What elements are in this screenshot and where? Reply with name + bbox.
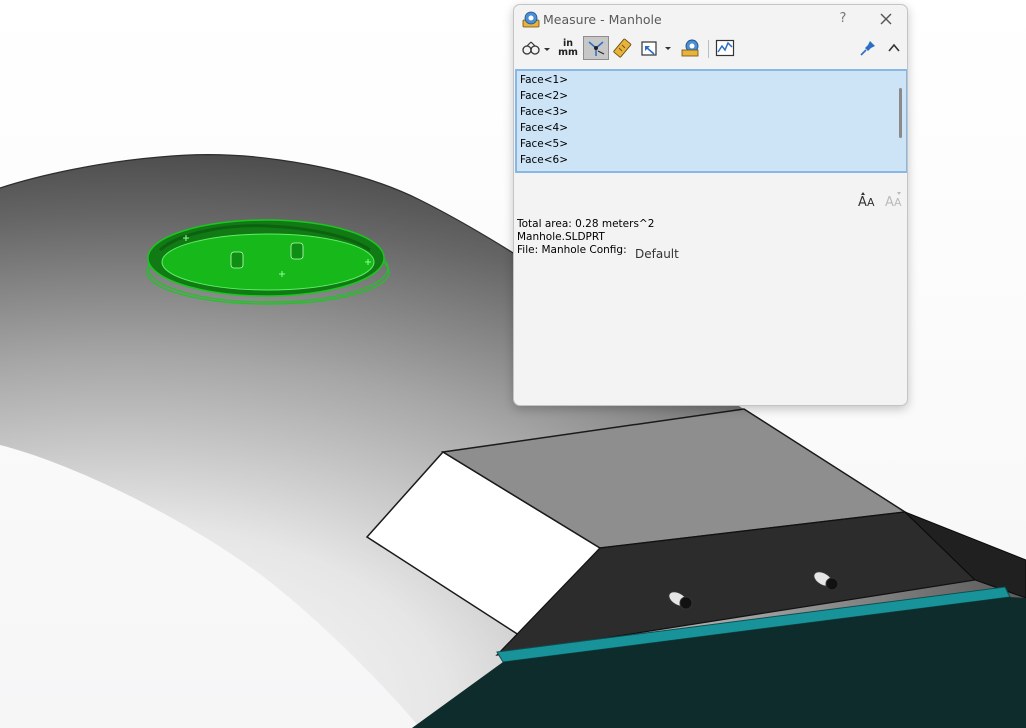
- projection-button[interactable]: [638, 36, 674, 60]
- measure-tool-icon: [522, 11, 540, 28]
- svg-text:A: A: [885, 195, 894, 209]
- measurement-history-button[interactable]: [713, 36, 737, 60]
- config-label: File: Manhole Config:: [517, 244, 627, 256]
- list-item[interactable]: Face<6>: [520, 153, 568, 167]
- svg-text:A: A: [858, 195, 867, 209]
- projection-icon: [641, 41, 671, 56]
- dialog-titlebar[interactable]: Measure - Manhole ?: [514, 5, 907, 35]
- help-button[interactable]: ?: [836, 11, 850, 26]
- svg-text:A: A: [894, 196, 902, 209]
- collapse-button[interactable]: [884, 36, 904, 60]
- increase-font-icon[interactable]: A A: [857, 191, 879, 209]
- list-item[interactable]: Face<4>: [520, 121, 568, 135]
- arc-circle-measure-icon: [522, 41, 550, 55]
- pin-icon: [860, 41, 875, 56]
- collapse-icon: [888, 43, 900, 52]
- units-precision-button[interactable]: in mm: [556, 36, 580, 60]
- measure-dialog[interactable]: Measure - Manhole ? in mm Face<1> Face<2…: [513, 4, 908, 406]
- xyz-measure-icon: [588, 41, 605, 56]
- config-value: Default: [635, 247, 679, 261]
- list-item[interactable]: Face<2>: [520, 89, 568, 103]
- svg-text:A: A: [867, 196, 875, 209]
- create-sensor-button[interactable]: [679, 36, 703, 60]
- measurement-history-icon: [715, 39, 735, 57]
- arc-circle-measure-button[interactable]: [518, 36, 552, 60]
- measure-toolbar: in mm: [514, 36, 907, 64]
- total-area-text: Total area: 0.28 meters^2: [517, 218, 655, 230]
- list-scrollbar[interactable]: [899, 88, 902, 138]
- measure-results: Total area: 0.28 meters^2 Manhole.SLDPRT…: [517, 218, 654, 257]
- selection-list[interactable]: Face<1> Face<2> Face<3> Face<4> Face<5> …: [515, 69, 907, 173]
- decrease-font-icon[interactable]: A A: [884, 191, 906, 209]
- list-item[interactable]: Face<5>: [520, 137, 568, 151]
- file-name-text: Manhole.SLDPRT: [517, 231, 605, 243]
- list-item[interactable]: Face<1>: [520, 73, 568, 87]
- create-sensor-icon: [681, 39, 699, 57]
- units-precision-icon: in mm: [558, 38, 578, 58]
- list-item[interactable]: Face<3>: [520, 105, 568, 119]
- toolbar-separator: [708, 40, 709, 58]
- point-to-point-button[interactable]: [611, 36, 635, 60]
- pin-button[interactable]: [857, 36, 879, 60]
- close-icon[interactable]: [878, 11, 894, 27]
- xyz-measure-button[interactable]: [583, 36, 609, 60]
- dialog-title: Measure - Manhole: [543, 12, 662, 27]
- point-to-point-icon: [613, 38, 632, 58]
